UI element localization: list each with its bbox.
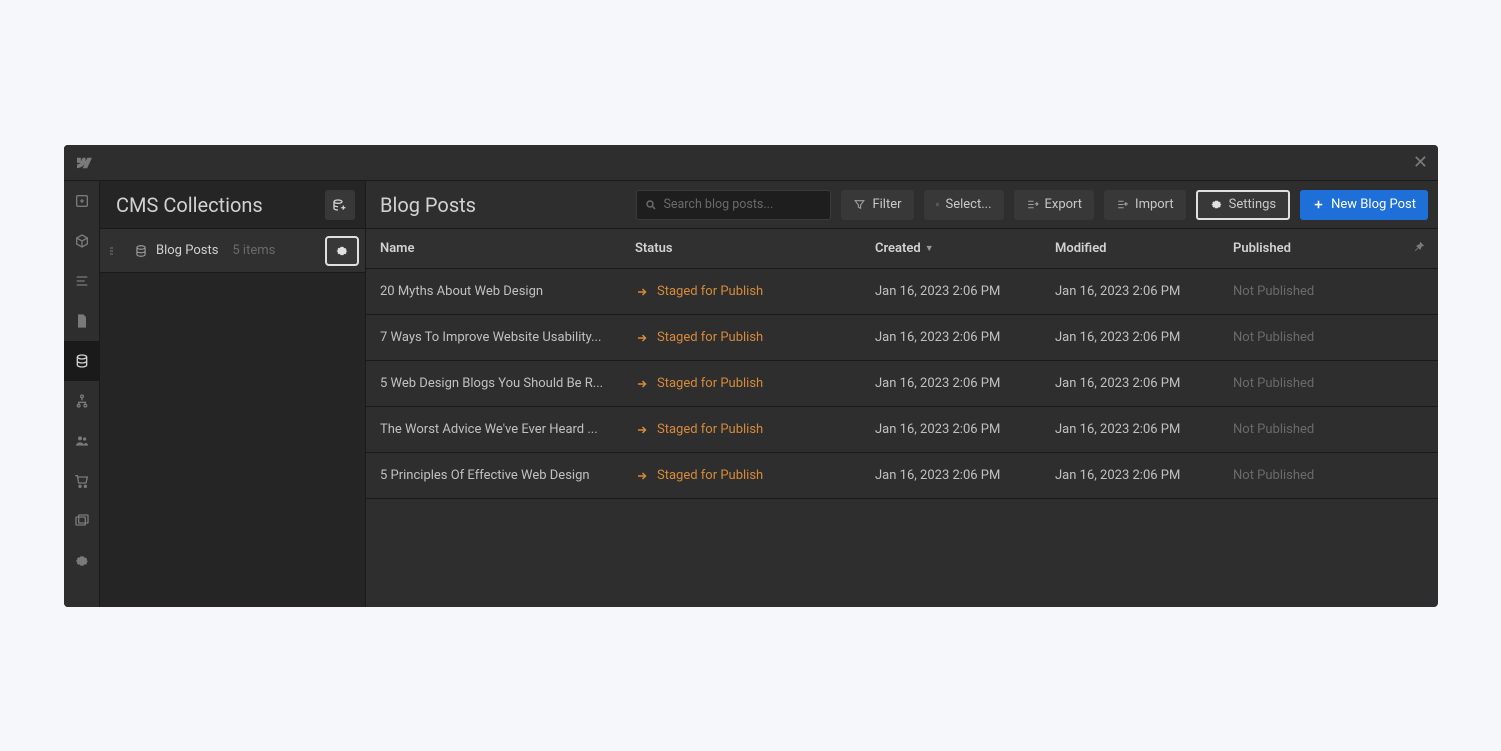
collection-name: Blog Posts <box>156 243 218 258</box>
rail-add-icon[interactable] <box>64 181 100 221</box>
search-input[interactable]: Search blog posts... <box>636 190 831 220</box>
cell-modified: Jan 16, 2023 2:06 PM <box>1055 422 1233 437</box>
cell-published: Not Published <box>1233 284 1424 299</box>
main-title: Blog Posts <box>380 193 476 217</box>
filter-icon <box>853 198 866 211</box>
cell-created: Jan 16, 2023 2:06 PM <box>875 468 1055 483</box>
arrow-right-icon <box>635 286 649 298</box>
titlebar: ✕ <box>64 145 1438 181</box>
rail-pages-icon[interactable] <box>64 301 100 341</box>
sidebar-header: CMS Collections <box>100 181 365 229</box>
collection-settings-button[interactable] <box>325 236 359 266</box>
cell-status: Staged for Publish <box>635 422 875 437</box>
rail-navigator-icon[interactable] <box>64 261 100 301</box>
main-toolbar: Blog Posts Search blog posts... Filter S… <box>366 181 1438 229</box>
cell-status: Staged for Publish <box>635 376 875 391</box>
export-button[interactable]: Export <box>1014 190 1095 220</box>
table-row[interactable]: 20 Myths About Web DesignStaged for Publ… <box>366 269 1438 315</box>
collections-sidebar: CMS Collections Blog Posts 5 items <box>100 145 366 607</box>
webflow-logo-icon <box>74 154 92 172</box>
select-button[interactable]: Select... <box>924 190 1004 220</box>
gear-icon <box>1210 198 1223 211</box>
col-published[interactable]: Published <box>1233 241 1424 256</box>
import-button[interactable]: Import <box>1104 190 1186 220</box>
import-icon <box>1116 198 1129 211</box>
cell-name: 7 Ways To Improve Website Usability... <box>380 330 635 345</box>
arrow-right-icon <box>635 378 649 390</box>
cell-name: 20 Myths About Web Design <box>380 284 635 299</box>
app-window: ✕ CMS Collections Blog Posts <box>64 145 1438 607</box>
table-row[interactable]: The Worst Advice We've Ever Heard ...Sta… <box>366 407 1438 453</box>
cell-published: Not Published <box>1233 422 1424 437</box>
new-item-button[interactable]: New Blog Post <box>1300 190 1428 220</box>
search-placeholder: Search blog posts... <box>663 197 773 212</box>
cell-name: 5 Web Design Blogs You Should Be R... <box>380 376 635 391</box>
gear-icon <box>335 244 349 258</box>
cell-status: Staged for Publish <box>635 468 875 483</box>
rail-logic-icon[interactable] <box>64 381 100 421</box>
select-icon <box>936 198 940 211</box>
cell-created: Jan 16, 2023 2:06 PM <box>875 376 1055 391</box>
cell-status: Staged for Publish <box>635 284 875 299</box>
left-rail <box>64 145 100 607</box>
rail-users-icon[interactable] <box>64 421 100 461</box>
cell-published: Not Published <box>1233 330 1424 345</box>
cell-published: Not Published <box>1233 468 1424 483</box>
plus-icon <box>1312 198 1325 211</box>
col-created[interactable]: Created ▼ <box>875 241 1055 256</box>
collection-row-blog-posts[interactable]: Blog Posts 5 items <box>100 229 365 273</box>
col-name[interactable]: Name <box>380 241 635 256</box>
rail-settings-icon[interactable] <box>64 541 100 581</box>
pin-icon[interactable] <box>1412 240 1426 258</box>
table-body: 20 Myths About Web DesignStaged for Publ… <box>366 269 1438 499</box>
col-modified[interactable]: Modified <box>1055 241 1233 256</box>
table-row[interactable]: 7 Ways To Improve Website Usability...St… <box>366 315 1438 361</box>
collection-icon <box>134 244 148 258</box>
arrow-right-icon <box>635 470 649 482</box>
sort-desc-icon: ▼ <box>925 243 934 254</box>
search-icon <box>645 199 657 211</box>
cell-published: Not Published <box>1233 376 1424 391</box>
cell-modified: Jan 16, 2023 2:06 PM <box>1055 330 1233 345</box>
filter-button[interactable]: Filter <box>841 190 913 220</box>
sidebar-title: CMS Collections <box>116 193 263 217</box>
rail-box-icon[interactable] <box>64 221 100 261</box>
close-icon[interactable]: ✕ <box>1413 152 1428 173</box>
cell-modified: Jan 16, 2023 2:06 PM <box>1055 468 1233 483</box>
cell-name: 5 Principles Of Effective Web Design <box>380 468 635 483</box>
rail-ecommerce-icon[interactable] <box>64 461 100 501</box>
cell-modified: Jan 16, 2023 2:06 PM <box>1055 284 1233 299</box>
export-icon <box>1026 198 1039 211</box>
settings-button[interactable]: Settings <box>1196 190 1290 220</box>
add-collection-button[interactable] <box>325 190 355 220</box>
col-status[interactable]: Status <box>635 241 875 256</box>
cell-created: Jan 16, 2023 2:06 PM <box>875 422 1055 437</box>
add-collection-icon <box>332 198 348 212</box>
table-header: Name Status Created ▼ Modified Published <box>366 229 1438 269</box>
arrow-right-icon <box>635 424 649 436</box>
cell-created: Jan 16, 2023 2:06 PM <box>875 284 1055 299</box>
cell-status: Staged for Publish <box>635 330 875 345</box>
table-row[interactable]: 5 Principles Of Effective Web DesignStag… <box>366 453 1438 499</box>
arrow-right-icon <box>635 332 649 344</box>
cell-created: Jan 16, 2023 2:06 PM <box>875 330 1055 345</box>
drag-handle-icon[interactable] <box>110 247 118 255</box>
rail-assets-icon[interactable] <box>64 501 100 541</box>
rail-cms-icon[interactable] <box>64 341 100 381</box>
cell-modified: Jan 16, 2023 2:06 PM <box>1055 376 1233 391</box>
main-panel: Blog Posts Search blog posts... Filter S… <box>366 145 1438 607</box>
table-row[interactable]: 5 Web Design Blogs You Should Be R...Sta… <box>366 361 1438 407</box>
cell-name: The Worst Advice We've Ever Heard ... <box>380 422 635 437</box>
collection-count: 5 items <box>232 243 275 258</box>
